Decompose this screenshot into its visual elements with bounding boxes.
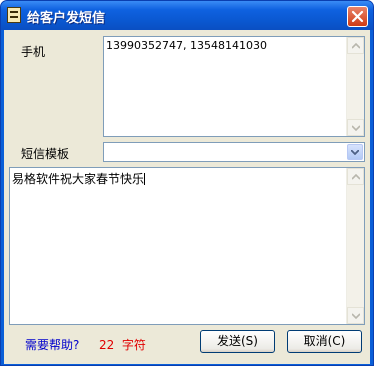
cancel-button[interactable]: 取消(C) xyxy=(287,330,362,353)
arrow-down-icon xyxy=(352,125,360,131)
notepad-icon xyxy=(7,7,21,23)
message-textarea[interactable]: 易格软件祝大家春节快乐 xyxy=(9,167,365,325)
arrow-up-icon xyxy=(352,43,360,49)
phone-scrollbar[interactable] xyxy=(346,37,364,136)
char-count-number: 22 xyxy=(99,338,115,352)
send-sms-dialog: 给客户发短信 手机 13990352747, 13548141030 短信模板 xyxy=(0,0,374,366)
template-dropdown-button[interactable] xyxy=(347,144,363,160)
scroll-down-button[interactable] xyxy=(347,119,364,136)
scroll-up-button[interactable] xyxy=(347,168,364,185)
char-count-unit: 字符 xyxy=(121,338,146,352)
arrow-down-icon xyxy=(352,313,360,319)
close-button[interactable] xyxy=(347,6,368,27)
phone-value: 13990352747, 13548141030 xyxy=(106,39,267,52)
scroll-up-button[interactable] xyxy=(347,37,364,54)
template-select[interactable] xyxy=(103,142,365,162)
text-caret xyxy=(144,173,146,185)
title-bar[interactable]: 给客户发短信 xyxy=(1,1,373,30)
help-link[interactable]: 需要帮助? xyxy=(25,336,79,353)
chevron-down-icon xyxy=(351,150,359,155)
close-icon xyxy=(351,10,364,23)
template-label: 短信模板 xyxy=(21,147,70,161)
scroll-down-button[interactable] xyxy=(347,307,364,324)
arrow-up-icon xyxy=(352,174,360,180)
message-content: 易格软件祝大家春节快乐 xyxy=(12,170,346,187)
dialog-body: 手机 13990352747, 13548141030 短信模板 易格软件祝大家… xyxy=(4,30,370,364)
phone-label: 手机 xyxy=(21,45,46,59)
char-count: 22 字符 xyxy=(99,336,146,353)
window-title: 给客户发短信 xyxy=(27,11,106,26)
message-scrollbar[interactable] xyxy=(346,168,364,324)
send-button[interactable]: 发送(S) xyxy=(200,330,275,353)
phone-input[interactable]: 13990352747, 13548141030 xyxy=(103,36,365,137)
message-text: 易格软件祝大家春节快乐 xyxy=(12,172,145,186)
